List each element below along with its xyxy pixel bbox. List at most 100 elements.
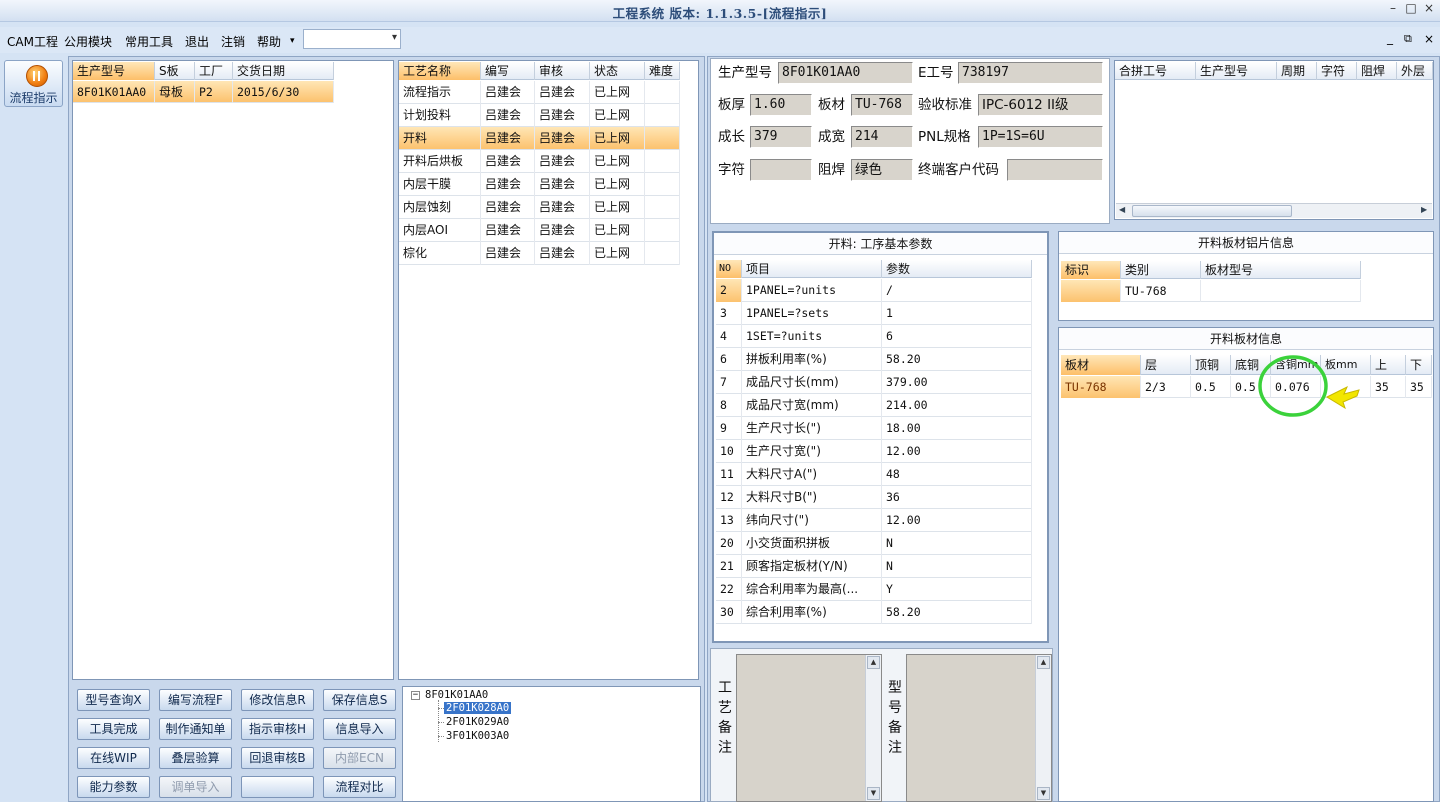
- process-notes-scrollbar[interactable]: ▲ ▼: [865, 655, 881, 801]
- board-col-layer[interactable]: 层: [1141, 355, 1191, 375]
- tree-collapse-icon[interactable]: −: [411, 691, 420, 700]
- action-button[interactable]: 修改信息R: [241, 689, 314, 711]
- params-row[interactable]: 7 成品尺寸长(mm) 379.00: [716, 371, 1032, 394]
- menu-tools[interactable]: 常用工具: [125, 33, 173, 50]
- menu-exit[interactable]: 退出: [185, 33, 209, 50]
- field-mask[interactable]: 绿色: [851, 159, 913, 181]
- orders-col-date[interactable]: 交货日期: [233, 62, 334, 80]
- process-col-name[interactable]: 工艺名称: [399, 62, 481, 80]
- field-thickness[interactable]: 1.60: [750, 94, 812, 116]
- params-row[interactable]: 2 1PANEL=?units /: [716, 279, 1032, 302]
- menu-combo-box[interactable]: [303, 29, 401, 49]
- tree-root[interactable]: 8F01K01AA0: [425, 689, 488, 701]
- process-row[interactable]: 棕化 吕建会 吕建会 已上网: [399, 242, 680, 265]
- params-row[interactable]: 22 综合利用率为最高(... Y: [716, 578, 1032, 601]
- params-row[interactable]: 4 1SET=?units 6: [716, 325, 1032, 348]
- flow-indicator-button[interactable]: 流程指示: [4, 60, 63, 107]
- action-button[interactable]: 能力参数: [77, 776, 150, 798]
- action-button[interactable]: 在线WIP: [77, 747, 150, 769]
- scroll-left-icon[interactable]: ◀: [1119, 205, 1125, 214]
- params-row[interactable]: 20 小交货面积拼板 N: [716, 532, 1032, 555]
- params-row[interactable]: 9 生产尺寸长(") 18.00: [716, 417, 1032, 440]
- process-col-writer[interactable]: 编写: [481, 62, 535, 80]
- orders-row[interactable]: 8F01K01AA0 母板 P2 2015/6/30: [73, 81, 334, 103]
- tree-node-selected[interactable]: 2F01K028A0: [444, 702, 512, 714]
- action-button[interactable]: 制作通知单: [159, 718, 232, 740]
- board-col-down[interactable]: 下: [1406, 355, 1432, 375]
- merge-col-char[interactable]: 字符: [1317, 62, 1357, 80]
- scroll-thumb[interactable]: [1132, 205, 1292, 217]
- minimize-button[interactable]: –: [1386, 1, 1400, 15]
- tree-node[interactable]: 2F01K029A0: [446, 716, 509, 728]
- mdi-restore-button[interactable]: ⧉: [1404, 32, 1412, 46]
- merge-col-model[interactable]: 生产型号: [1196, 62, 1277, 80]
- menu-help[interactable]: 帮助: [257, 33, 281, 50]
- process-row[interactable]: 计划投料 吕建会 吕建会 已上网: [399, 104, 680, 127]
- params-row[interactable]: 8 成品尺寸宽(mm) 214.00: [716, 394, 1032, 417]
- menu-help-chevron-icon[interactable]: ▾: [290, 36, 295, 46]
- board-row[interactable]: TU-768 2/3 0.5 0.5 0.076 35 35: [1061, 376, 1432, 398]
- model-notes-scrollbar[interactable]: ▲ ▼: [1035, 655, 1051, 801]
- mdi-close-button[interactable]: ×: [1424, 32, 1434, 46]
- action-button[interactable]: 指示审核H: [241, 718, 314, 740]
- params-col-item[interactable]: 项目: [742, 260, 882, 278]
- action-button[interactable]: 信息导入: [323, 718, 396, 740]
- process-row[interactable]: 开料 吕建会 吕建会 已上网: [399, 127, 680, 150]
- scroll-down-icon[interactable]: ▼: [1037, 787, 1050, 800]
- merge-col-period[interactable]: 周期: [1277, 62, 1317, 80]
- params-row[interactable]: 13 纬向尺寸(") 12.00: [716, 509, 1032, 532]
- action-button[interactable]: 保存信息S: [323, 689, 396, 711]
- action-button[interactable]: 型号查询X: [77, 689, 150, 711]
- merge-hscroll[interactable]: ◀ ▶: [1116, 203, 1432, 218]
- scroll-right-icon[interactable]: ▶: [1421, 205, 1427, 214]
- params-row[interactable]: 10 生产尺寸宽(") 12.00: [716, 440, 1032, 463]
- action-button[interactable]: 调单导入: [159, 776, 232, 798]
- orders-col-model[interactable]: 生产型号: [73, 62, 155, 80]
- action-button[interactable]: 回退审核B: [241, 747, 314, 769]
- menu-logout[interactable]: 注销: [221, 33, 245, 50]
- board-col-up[interactable]: 上: [1371, 355, 1406, 375]
- action-button[interactable]: 编写流程F: [159, 689, 232, 711]
- process-row[interactable]: 内层AOI 吕建会 吕建会 已上网: [399, 219, 680, 242]
- process-row[interactable]: 开料后烘板 吕建会 吕建会 已上网: [399, 150, 680, 173]
- foil-col-id[interactable]: 标识: [1061, 261, 1121, 279]
- action-button[interactable]: 叠层验算: [159, 747, 232, 769]
- params-col-value[interactable]: 参数: [882, 260, 1032, 278]
- process-row[interactable]: 内层干膜 吕建会 吕建会 已上网: [399, 173, 680, 196]
- orders-col-sboard[interactable]: S板: [155, 62, 195, 80]
- params-row[interactable]: 11 大料尺寸A(") 48: [716, 463, 1032, 486]
- foil-col-type[interactable]: 类别: [1121, 261, 1201, 279]
- field-standard[interactable]: IPC-6012 II级: [978, 94, 1103, 116]
- field-e-no[interactable]: 738197: [958, 62, 1103, 84]
- close-button[interactable]: ×: [1422, 1, 1436, 15]
- board-col-material[interactable]: 板材: [1061, 355, 1141, 375]
- params-row[interactable]: 12 大料尺寸B(") 36: [716, 486, 1032, 509]
- process-col-difficulty[interactable]: 难度: [645, 62, 680, 80]
- mdi-minimize-button[interactable]: _: [1387, 31, 1393, 45]
- process-col-reviewer[interactable]: 审核: [535, 62, 590, 80]
- tree-node[interactable]: 3F01K003A0: [446, 730, 509, 742]
- params-row[interactable]: 30 综合利用率(%) 58.20: [716, 601, 1032, 624]
- field-length[interactable]: 379: [750, 126, 812, 148]
- action-button[interactable]: 流程对比: [323, 776, 396, 798]
- foil-row[interactable]: TU-768: [1061, 280, 1361, 302]
- params-col-no[interactable]: NO: [716, 260, 742, 278]
- action-button[interactable]: 工具完成: [77, 718, 150, 740]
- orders-col-factory[interactable]: 工厂: [195, 62, 233, 80]
- scroll-up-icon[interactable]: ▲: [867, 656, 880, 669]
- menu-cam[interactable]: CAM工程: [7, 33, 58, 50]
- params-row[interactable]: 6 拼板利用率(%) 58.20: [716, 348, 1032, 371]
- field-char[interactable]: [750, 159, 812, 181]
- merge-col-mask[interactable]: 阻焊: [1357, 62, 1397, 80]
- field-pnl[interactable]: 1P=1S=6U: [978, 126, 1103, 148]
- scroll-down-icon[interactable]: ▼: [867, 787, 880, 800]
- foil-col-model[interactable]: 板材型号: [1201, 261, 1361, 279]
- field-model[interactable]: 8F01K01AA0: [778, 62, 913, 84]
- merge-col-no[interactable]: 合拼工号: [1115, 62, 1196, 80]
- process-col-status[interactable]: 状态: [590, 62, 645, 80]
- params-row[interactable]: 21 顾客指定板材(Y/N) N: [716, 555, 1032, 578]
- action-button[interactable]: [241, 776, 314, 798]
- model-notes-textarea[interactable]: ▲ ▼: [906, 654, 1052, 802]
- action-button[interactable]: 内部ECN: [323, 747, 396, 769]
- maximize-button[interactable]: □: [1404, 1, 1418, 15]
